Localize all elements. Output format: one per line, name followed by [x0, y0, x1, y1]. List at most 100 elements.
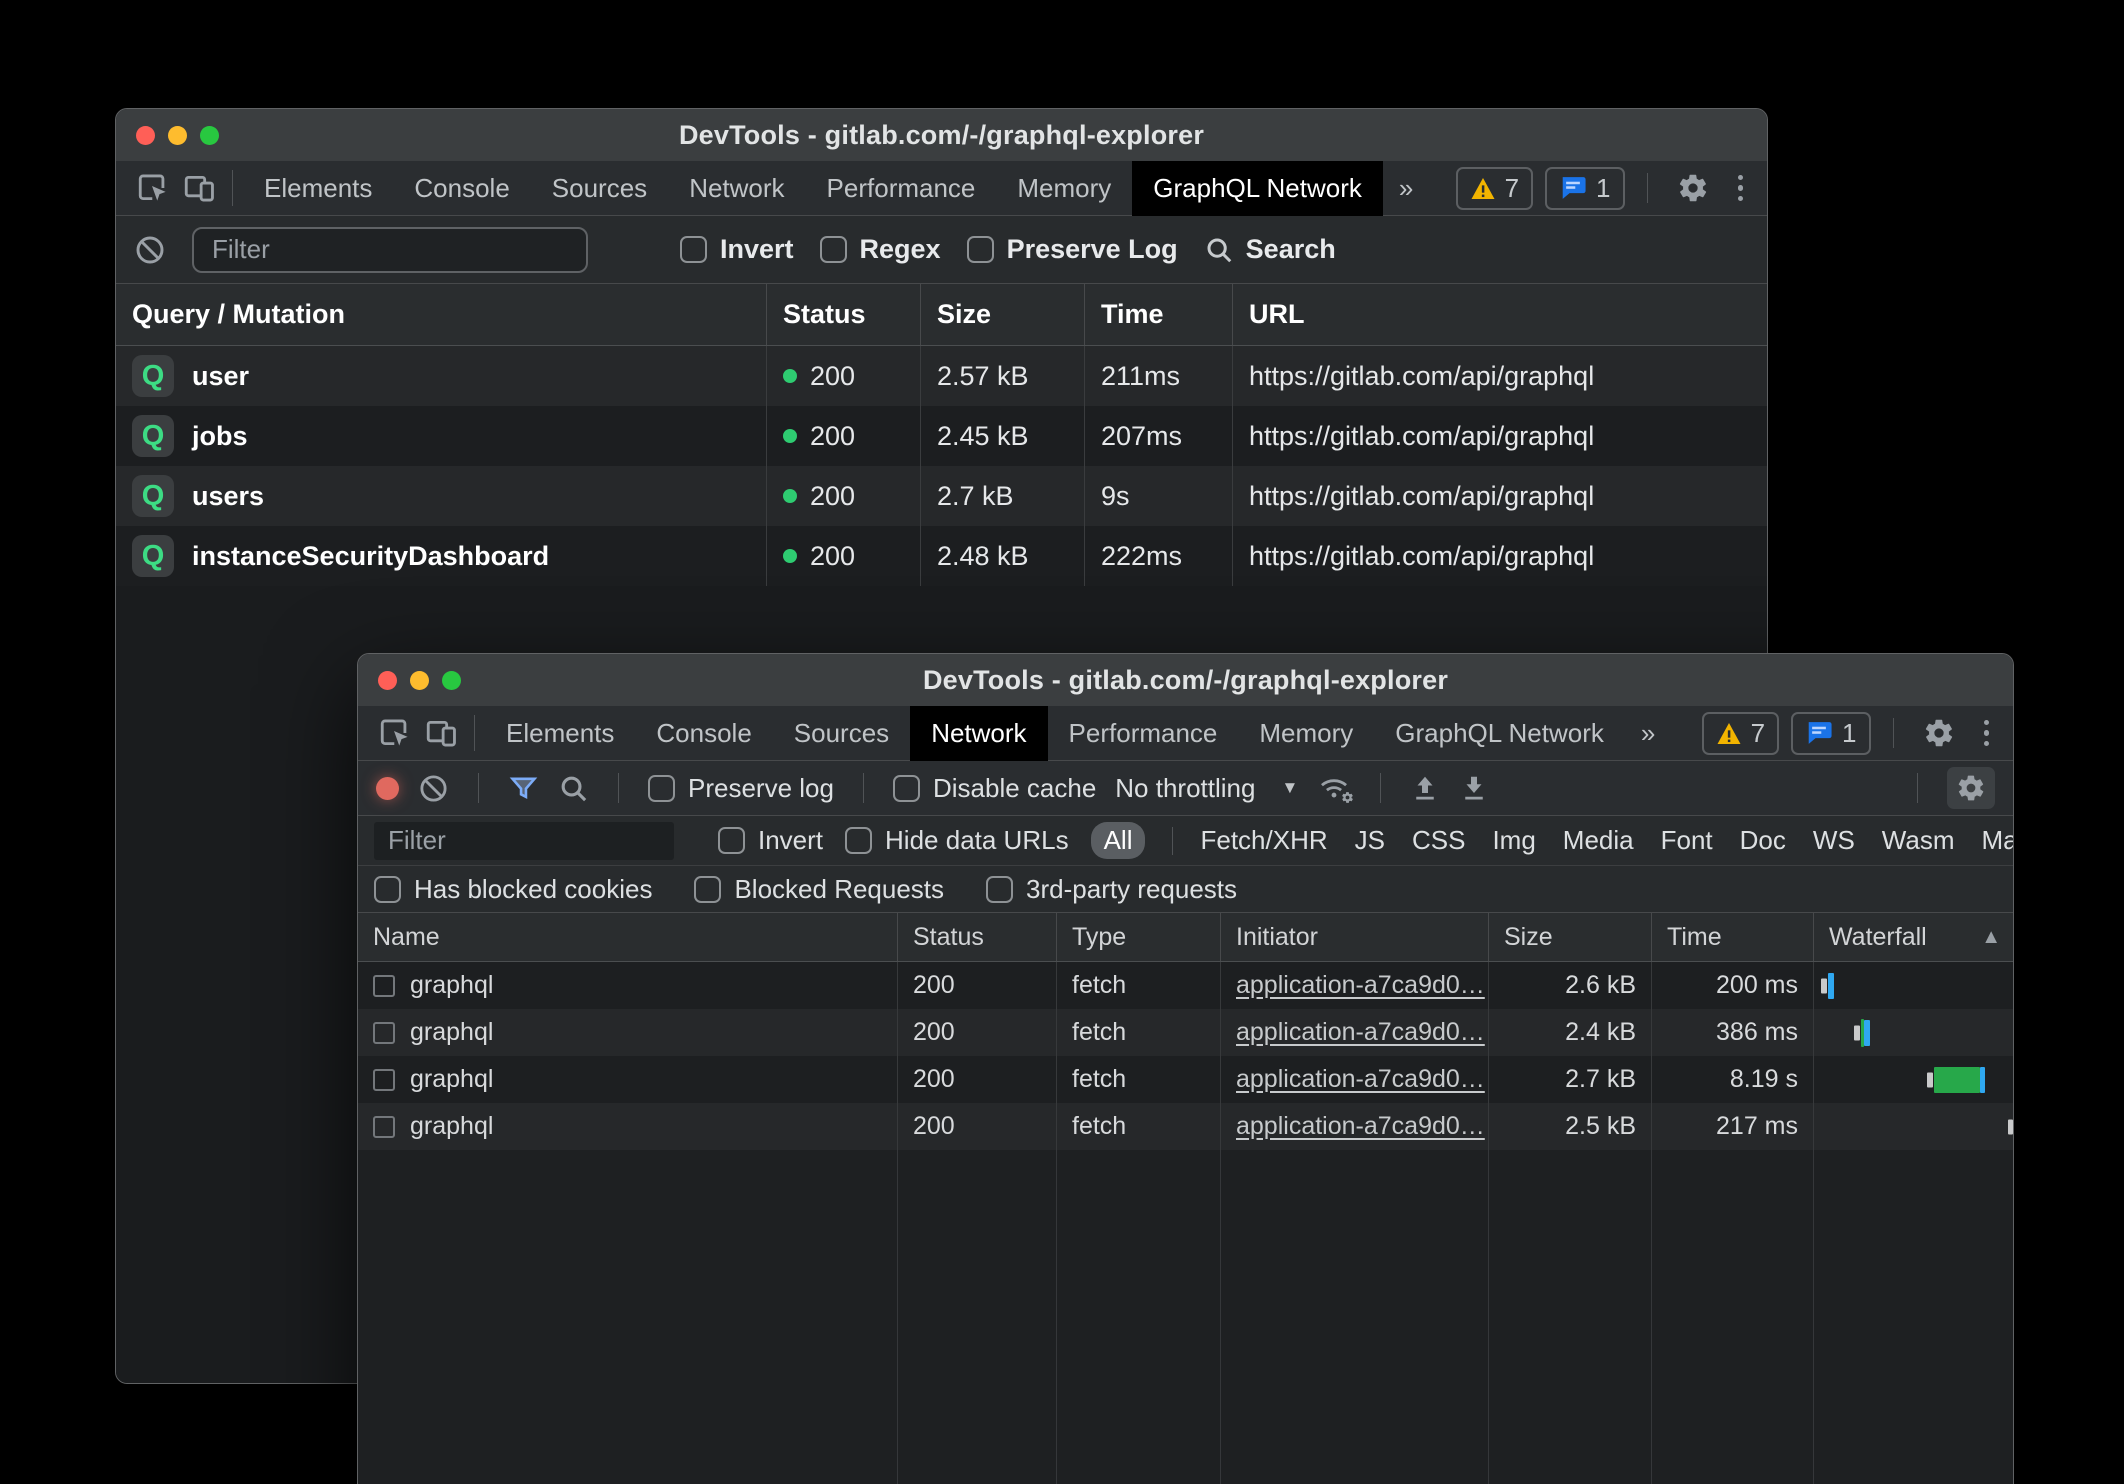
hide-data-urls-checkbox[interactable]: Hide data URLs	[845, 825, 1069, 856]
filter-type-img[interactable]: Img	[1492, 825, 1535, 856]
filter-type-ws[interactable]: WS	[1813, 825, 1855, 856]
blocked-requests-checkbox[interactable]: Blocked Requests	[694, 874, 944, 905]
invert-checkbox[interactable]: Invert	[680, 234, 794, 265]
tab-console[interactable]: Console	[635, 706, 772, 761]
tab-sources[interactable]: Sources	[773, 706, 910, 761]
column-header-status[interactable]: Status	[898, 913, 1057, 961]
more-tabs-icon[interactable]: »	[1383, 173, 1429, 204]
warnings-badge[interactable]: 7	[1456, 167, 1533, 210]
filter-type-manifest[interactable]: Manifest	[1982, 825, 2015, 856]
device-toolbar-icon[interactable]	[176, 167, 222, 209]
tab-memory[interactable]: Memory	[996, 161, 1132, 216]
issues-badge[interactable]: 1	[1791, 712, 1870, 755]
filter-type-js[interactable]: JS	[1355, 825, 1385, 856]
tab-network[interactable]: Network	[910, 706, 1047, 761]
gear-icon	[1341, 791, 1354, 804]
zoom-button[interactable]	[442, 671, 461, 690]
tab-graphql-network[interactable]: GraphQL Network	[1132, 161, 1383, 216]
column-header-type[interactable]: Type	[1057, 913, 1221, 961]
search-icon[interactable]	[558, 773, 589, 804]
tab-sources[interactable]: Sources	[531, 161, 668, 216]
more-options-icon[interactable]	[1974, 720, 2000, 747]
table-row[interactable]: graphql 200 fetch application-a7ca9d0… 2…	[358, 1103, 2013, 1150]
filter-type-all[interactable]: All	[1091, 822, 1146, 859]
network-conditions-icon[interactable]	[1317, 771, 1351, 805]
settings-gear-icon[interactable]	[1670, 167, 1716, 209]
filter-type-wasm[interactable]: Wasm	[1882, 825, 1955, 856]
clear-icon[interactable]	[418, 773, 449, 804]
export-har-icon[interactable]	[1459, 773, 1489, 803]
table-row[interactable]: graphql 200 fetch application-a7ca9d0… 2…	[358, 962, 2013, 1009]
tab-elements[interactable]: Elements	[243, 161, 393, 216]
more-options-icon[interactable]	[1728, 175, 1754, 202]
filter-type-fetch-xhr[interactable]: Fetch/XHR	[1200, 825, 1327, 856]
initiator-link[interactable]: application-a7ca9d0…	[1236, 1065, 1485, 1094]
initiator-link[interactable]: application-a7ca9d0…	[1236, 1112, 1485, 1141]
filter-type-font[interactable]: Font	[1661, 825, 1713, 856]
titlebar[interactable]: DevTools - gitlab.com/-/graphql-explorer	[116, 109, 1767, 161]
tab-memory[interactable]: Memory	[1238, 706, 1374, 761]
divider	[1917, 773, 1918, 803]
table-row[interactable]: QinstanceSecurityDashboard 200 2.48 kB 2…	[116, 526, 1767, 586]
inspect-element-icon[interactable]	[372, 712, 418, 754]
column-header-size[interactable]: Size	[1489, 913, 1652, 961]
filter-type-css[interactable]: CSS	[1412, 825, 1465, 856]
initiator-link[interactable]: application-a7ca9d0…	[1236, 971, 1485, 1000]
filter-funnel-icon[interactable]	[508, 773, 539, 804]
waterfall-bar	[1814, 1056, 2013, 1103]
warnings-badge[interactable]: 7	[1702, 712, 1779, 755]
tab-console[interactable]: Console	[393, 161, 530, 216]
divider	[232, 170, 233, 206]
regex-checkbox[interactable]: Regex	[820, 234, 941, 265]
throttling-dropdown[interactable]: No throttling ▼	[1115, 773, 1298, 804]
record-network-log-button[interactable]	[376, 777, 399, 800]
column-header-initiator[interactable]: Initiator	[1221, 913, 1489, 961]
column-header-name[interactable]: Name	[358, 913, 898, 961]
column-header-time[interactable]: Time	[1652, 913, 1814, 961]
inspect-element-icon[interactable]	[130, 167, 176, 209]
issues-badge[interactable]: 1	[1545, 167, 1624, 210]
network-settings-gear-icon[interactable]	[1947, 767, 1995, 809]
filter-type-doc[interactable]: Doc	[1740, 825, 1786, 856]
disable-cache-checkbox[interactable]: Disable cache	[893, 773, 1096, 804]
initiator-link[interactable]: application-a7ca9d0…	[1236, 1018, 1485, 1047]
tab-graphql-network[interactable]: GraphQL Network	[1374, 706, 1625, 761]
column-header-url[interactable]: URL	[1233, 284, 1767, 345]
more-tabs-icon[interactable]: »	[1625, 718, 1671, 749]
titlebar[interactable]: DevTools - gitlab.com/-/graphql-explorer	[358, 654, 2013, 706]
table-row[interactable]: Quser 200 2.57 kB 211ms https://gitlab.c…	[116, 346, 1767, 406]
query-badge: Q	[132, 535, 174, 577]
tab-performance[interactable]: Performance	[1048, 706, 1239, 761]
column-header-size[interactable]: Size	[921, 284, 1085, 345]
settings-gear-icon[interactable]	[1916, 712, 1962, 754]
import-har-icon[interactable]	[1410, 773, 1440, 803]
third-party-requests-checkbox[interactable]: 3rd-party requests	[986, 874, 1237, 905]
table-row[interactable]: graphql 200 fetch application-a7ca9d0… 2…	[358, 1009, 2013, 1056]
close-button[interactable]	[136, 126, 155, 145]
tab-elements[interactable]: Elements	[485, 706, 635, 761]
invert-checkbox[interactable]: Invert	[718, 825, 823, 856]
filter-input[interactable]	[374, 822, 674, 860]
filter-input[interactable]	[192, 227, 588, 273]
table-row[interactable]: Qusers 200 2.7 kB 9s https://gitlab.com/…	[116, 466, 1767, 526]
minimize-button[interactable]	[410, 671, 429, 690]
close-button[interactable]	[378, 671, 397, 690]
search-toggle[interactable]: Search	[1204, 234, 1336, 265]
has-blocked-cookies-checkbox[interactable]: Has blocked cookies	[374, 874, 652, 905]
zoom-button[interactable]	[200, 126, 219, 145]
column-header-waterfall[interactable]: Waterfall ▲	[1814, 913, 2013, 961]
column-header-time[interactable]: Time	[1085, 284, 1233, 345]
minimize-button[interactable]	[168, 126, 187, 145]
column-header-query-mutation[interactable]: Query / Mutation	[116, 284, 767, 345]
filter-type-media[interactable]: Media	[1563, 825, 1634, 856]
preserve-log-checkbox[interactable]: Preserve log	[648, 773, 834, 804]
clear-icon[interactable]	[134, 234, 166, 266]
table-row[interactable]: Qjobs 200 2.45 kB 207ms https://gitlab.c…	[116, 406, 1767, 466]
column-header-status[interactable]: Status	[767, 284, 921, 345]
traffic-lights	[378, 654, 461, 706]
tab-performance[interactable]: Performance	[806, 161, 997, 216]
tab-network[interactable]: Network	[668, 161, 805, 216]
device-toolbar-icon[interactable]	[418, 712, 464, 754]
table-row[interactable]: graphql 200 fetch application-a7ca9d0… 2…	[358, 1056, 2013, 1103]
preserve-log-checkbox[interactable]: Preserve Log	[967, 234, 1178, 265]
